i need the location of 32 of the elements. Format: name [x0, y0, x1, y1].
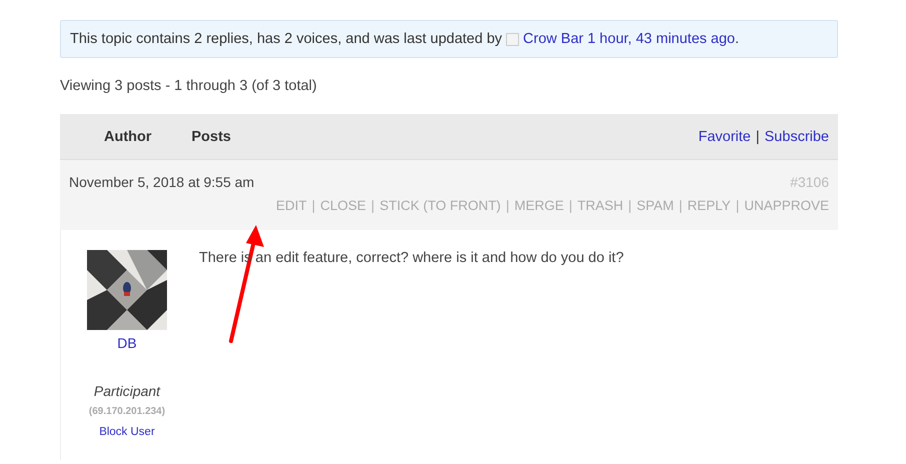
- author-ip: (69.170.201.234): [88, 406, 166, 417]
- column-header: Author: [104, 128, 152, 144]
- separator: |: [756, 128, 760, 144]
- admin-action-link[interactable]: SPAM: [636, 198, 674, 213]
- post-date: November 5, 2018 at 9:55 am: [69, 174, 254, 190]
- separator: |: [628, 198, 632, 213]
- header-link[interactable]: Subscribe: [764, 128, 829, 144]
- admin-action-link[interactable]: REPLY: [687, 198, 731, 213]
- author-name[interactable]: DB: [117, 335, 137, 351]
- block-user-link[interactable]: Block User: [99, 426, 155, 438]
- column-header: Posts: [192, 128, 232, 144]
- separator: |: [371, 198, 375, 213]
- admin-action-link[interactable]: MERGE: [514, 198, 564, 213]
- admin-action-link[interactable]: TRASH: [577, 198, 624, 213]
- admin-action-link[interactable]: UNAPPROVE: [744, 198, 829, 213]
- author-link[interactable]: Crow Bar: [523, 31, 584, 47]
- author-role: Participant: [94, 383, 160, 399]
- notice-text: This topic contains 2 replies, has 2 voices, and was last updated by: [70, 31, 502, 47]
- viewing-count: Viewing 3 posts - 1 through 3 (of 3 total): [60, 78, 318, 94]
- admin-action-link[interactable]: STICK (TO FRONT): [380, 198, 501, 213]
- admin-action-link[interactable]: CLOSE: [320, 198, 366, 213]
- separator: |: [312, 198, 316, 213]
- separator: |: [568, 198, 572, 213]
- time-link[interactable]: 1 hour, 43 minutes ago: [587, 31, 735, 47]
- separator: |: [736, 198, 740, 213]
- separator: |: [506, 198, 510, 213]
- post-number[interactable]: #3106: [790, 174, 829, 190]
- admin-action-link[interactable]: EDIT: [276, 198, 307, 213]
- broken-image-icon: [506, 32, 520, 46]
- separator: |: [678, 198, 682, 213]
- header-link[interactable]: Favorite: [698, 128, 751, 144]
- notice-period: .: [735, 31, 740, 47]
